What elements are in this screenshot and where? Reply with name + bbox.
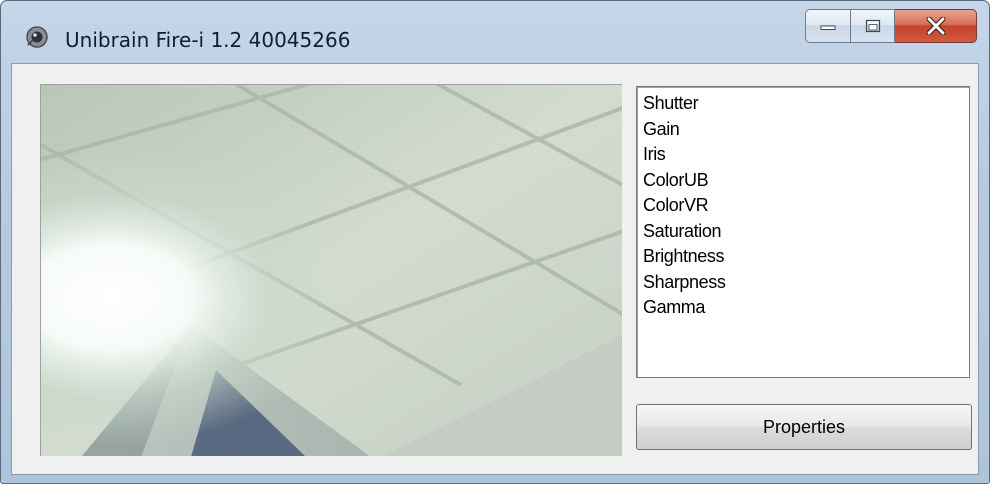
list-item-colorvr[interactable]: ColorVR [643,193,963,219]
list-item-gamma[interactable]: Gamma [643,295,963,321]
list-item-saturation[interactable]: Saturation [643,219,963,245]
title-bar[interactable]: Unibrain Fire-i 1.2 40045266 [1,1,989,63]
list-item-sharpness[interactable]: Sharpness [643,270,963,296]
list-item-iris[interactable]: Iris [643,142,963,168]
list-item-colorub[interactable]: ColorUB [643,168,963,194]
caption-buttons [805,9,977,43]
camera-preview [40,84,622,456]
client-area: Shutter Gain Iris ColorUB ColorVR Satura… [11,63,979,475]
minimize-icon [820,25,836,30]
app-window: Unibrain Fire-i 1.2 40045266 Shutter Gai… [0,0,990,484]
close-button[interactable] [895,9,977,43]
maximize-button[interactable] [851,9,895,43]
close-icon [926,17,945,35]
list-item-brightness[interactable]: Brightness [643,244,963,270]
properties-button[interactable]: Properties [636,404,972,450]
maximize-icon [865,19,880,33]
minimize-button[interactable] [805,9,851,43]
list-item-shutter[interactable]: Shutter [643,91,963,117]
window-title: Unibrain Fire-i 1.2 40045266 [65,28,351,52]
list-item-gain[interactable]: Gain [643,117,963,143]
camera-app-icon[interactable] [25,25,49,49]
property-list[interactable]: Shutter Gain Iris ColorUB ColorVR Satura… [636,86,970,378]
camera-preview-image [41,85,622,456]
